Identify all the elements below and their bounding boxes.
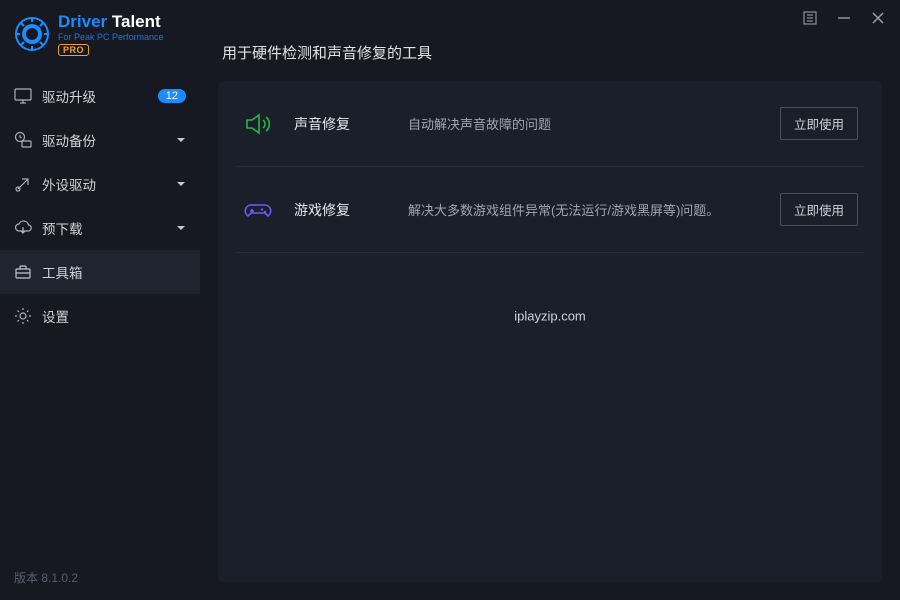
close-icon[interactable] [870, 10, 886, 26]
nav: 驱动升级 12 驱动备份 外设驱动 预下载 工具箱 [0, 74, 200, 338]
chevron-down-icon [176, 223, 186, 233]
tool-desc: 自动解决声音故障的问题 [384, 114, 780, 133]
update-count-badge: 12 [158, 89, 186, 103]
nav-label: 驱动升级 [42, 86, 158, 106]
nav-peripheral[interactable]: 外设驱动 [0, 162, 200, 206]
nav-toolbox[interactable]: 工具箱 [0, 250, 200, 294]
gear-logo-icon [14, 16, 50, 52]
tools-panel: 声音修复 自动解决声音故障的问题 立即使用 游戏修复 解决大多数游戏组件异常(无… [218, 81, 882, 582]
usb-icon [14, 175, 32, 193]
toolbox-icon [14, 263, 32, 281]
monitor-icon [14, 87, 32, 105]
nav-label: 驱动备份 [42, 130, 176, 150]
nav-driver-update[interactable]: 驱动升级 12 [0, 74, 200, 118]
gear-icon [14, 307, 32, 325]
minimize-icon[interactable] [836, 10, 852, 26]
cloud-download-icon [14, 219, 32, 237]
main: 用于硬件检测和声音修复的工具 声音修复 自动解决声音故障的问题 立即使用 游戏修… [200, 0, 900, 600]
tool-game-repair: 游戏修复 解决大多数游戏组件异常(无法运行/游戏黑屏等)问题。 立即使用 [236, 167, 864, 253]
page-title: 用于硬件检测和声音修复的工具 [218, 42, 882, 63]
nav-label: 设置 [42, 306, 186, 326]
menu-icon[interactable] [802, 10, 818, 26]
tool-name: 游戏修复 [294, 200, 384, 220]
sidebar: Driver Talent For Peak PC Performance PR… [0, 0, 200, 600]
nav-label: 预下载 [42, 218, 176, 238]
watermark: iplayzip.com [514, 309, 586, 324]
titlebar [200, 0, 900, 36]
tool-name: 声音修复 [294, 114, 384, 134]
tool-sound-repair: 声音修复 自动解决声音故障的问题 立即使用 [236, 81, 864, 167]
brand-title: Driver Talent [58, 12, 164, 32]
nav-driver-backup[interactable]: 驱动备份 [0, 118, 200, 162]
nav-label: 外设驱动 [42, 174, 176, 194]
brand-logo: Driver Talent For Peak PC Performance PR… [0, 0, 200, 74]
pro-badge: PRO [58, 44, 89, 56]
gamepad-icon [242, 194, 274, 226]
brand-subtitle: For Peak PC Performance [58, 32, 164, 42]
speaker-icon [242, 108, 274, 140]
nav-settings[interactable]: 设置 [0, 294, 200, 338]
tool-desc: 解决大多数游戏组件异常(无法运行/游戏黑屏等)问题。 [384, 200, 780, 219]
chevron-down-icon [176, 135, 186, 145]
nav-predownload[interactable]: 预下载 [0, 206, 200, 250]
chevron-down-icon [176, 179, 186, 189]
nav-label: 工具箱 [42, 262, 186, 282]
use-now-button[interactable]: 立即使用 [780, 107, 858, 140]
use-now-button[interactable]: 立即使用 [780, 193, 858, 226]
clock-disk-icon [14, 131, 32, 149]
version-label: 版本 8.1.0.2 [0, 555, 200, 600]
